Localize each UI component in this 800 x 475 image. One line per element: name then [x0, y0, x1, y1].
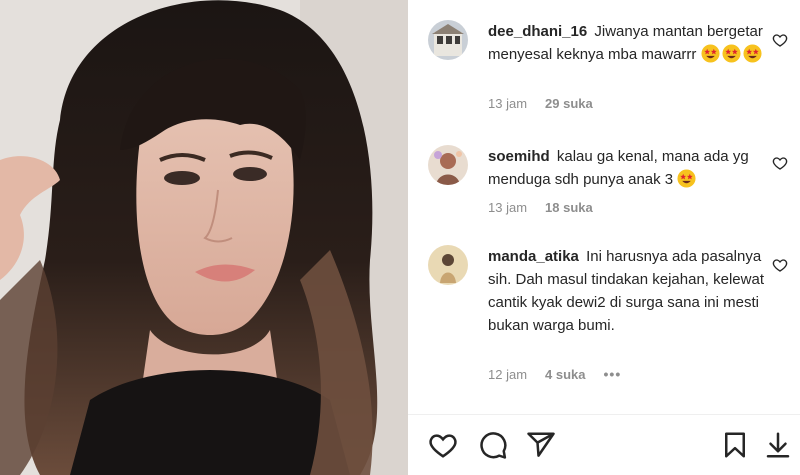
heart-icon[interactable] [428, 430, 458, 460]
comment-time: 13 jam [488, 200, 528, 215]
comment-meta: 13 jam 29 suka [488, 96, 593, 111]
like-button[interactable] [428, 430, 458, 460]
star-struck-emoji-icon [677, 169, 696, 188]
comment-item: dee_dhani_16 Jiwanya mantan bergetar men… [428, 20, 788, 120]
comment-likes[interactable]: 4 suka [545, 367, 585, 382]
download-icon[interactable] [763, 430, 793, 460]
bookmark-icon[interactable] [720, 430, 750, 460]
action-bar [408, 430, 800, 462]
comment-likes[interactable]: 29 suka [545, 96, 593, 111]
heart-icon[interactable] [772, 257, 788, 273]
heart-icon[interactable] [772, 32, 788, 48]
download-button[interactable] [763, 430, 793, 460]
comment-meta: 12 jam 4 suka ••• [488, 366, 621, 382]
comment-item: manda_atika Ini harusnya ada pasalnya si… [428, 245, 788, 395]
comment-text-block: dee_dhani_16 Jiwanya mantan bergetar men… [488, 20, 768, 66]
emoji-group [701, 44, 764, 63]
send-icon[interactable] [526, 430, 556, 460]
avatar[interactable] [428, 245, 468, 285]
more-options-button[interactable]: ••• [604, 366, 622, 382]
comment-likes[interactable]: 18 suka [545, 200, 593, 215]
divider [408, 414, 800, 415]
comment-time: 12 jam [488, 366, 528, 382]
comment-text-block: soemihd kalau ga kenal, mana ada yg mend… [488, 145, 768, 191]
heart-icon[interactable] [772, 155, 788, 171]
post-photo [0, 0, 408, 475]
comment-meta: 13 jam 18 suka [488, 200, 593, 215]
star-struck-emoji-icon [701, 44, 720, 63]
comment-button[interactable] [478, 430, 508, 460]
comments-panel: dee_dhani_16 Jiwanya mantan bergetar men… [408, 0, 800, 475]
star-struck-emoji-icon [743, 44, 762, 63]
avatar[interactable] [428, 145, 468, 185]
comment-username[interactable]: manda_atika [488, 248, 579, 265]
star-struck-emoji-icon [722, 44, 741, 63]
emoji-group [677, 169, 698, 188]
comment-text-block: manda_atika Ini harusnya ada pasalnya si… [488, 245, 768, 337]
comment-username[interactable]: dee_dhani_16 [488, 23, 587, 40]
save-button[interactable] [720, 430, 750, 460]
avatar[interactable] [428, 20, 468, 60]
comment-item: soemihd kalau ga kenal, mana ada yg mend… [428, 145, 788, 225]
comment-time: 13 jam [488, 96, 528, 111]
comment-icon[interactable] [478, 430, 508, 460]
share-button[interactable] [526, 430, 556, 460]
comment-username[interactable]: soemihd [488, 148, 550, 165]
portrait-photo [0, 0, 408, 475]
